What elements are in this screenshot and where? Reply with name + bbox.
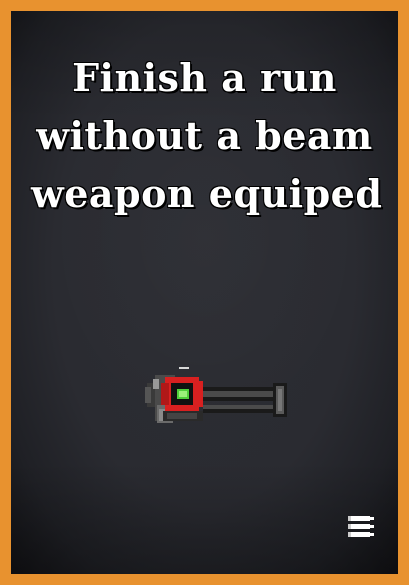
- bullets-menu-icon[interactable]: [348, 514, 376, 540]
- achievement-card: Finish a run without a beam weapon equip…: [0, 0, 409, 585]
- achievement-title: Finish a run without a beam weapon equip…: [11, 49, 398, 223]
- achievement-title-line-3: weapon equiped: [31, 171, 383, 216]
- beam-cannon-weapon-icon: [145, 367, 287, 423]
- achievement-title-line-2: without a beam: [36, 113, 373, 158]
- achievement-title-line-1: Finish a run: [72, 55, 337, 100]
